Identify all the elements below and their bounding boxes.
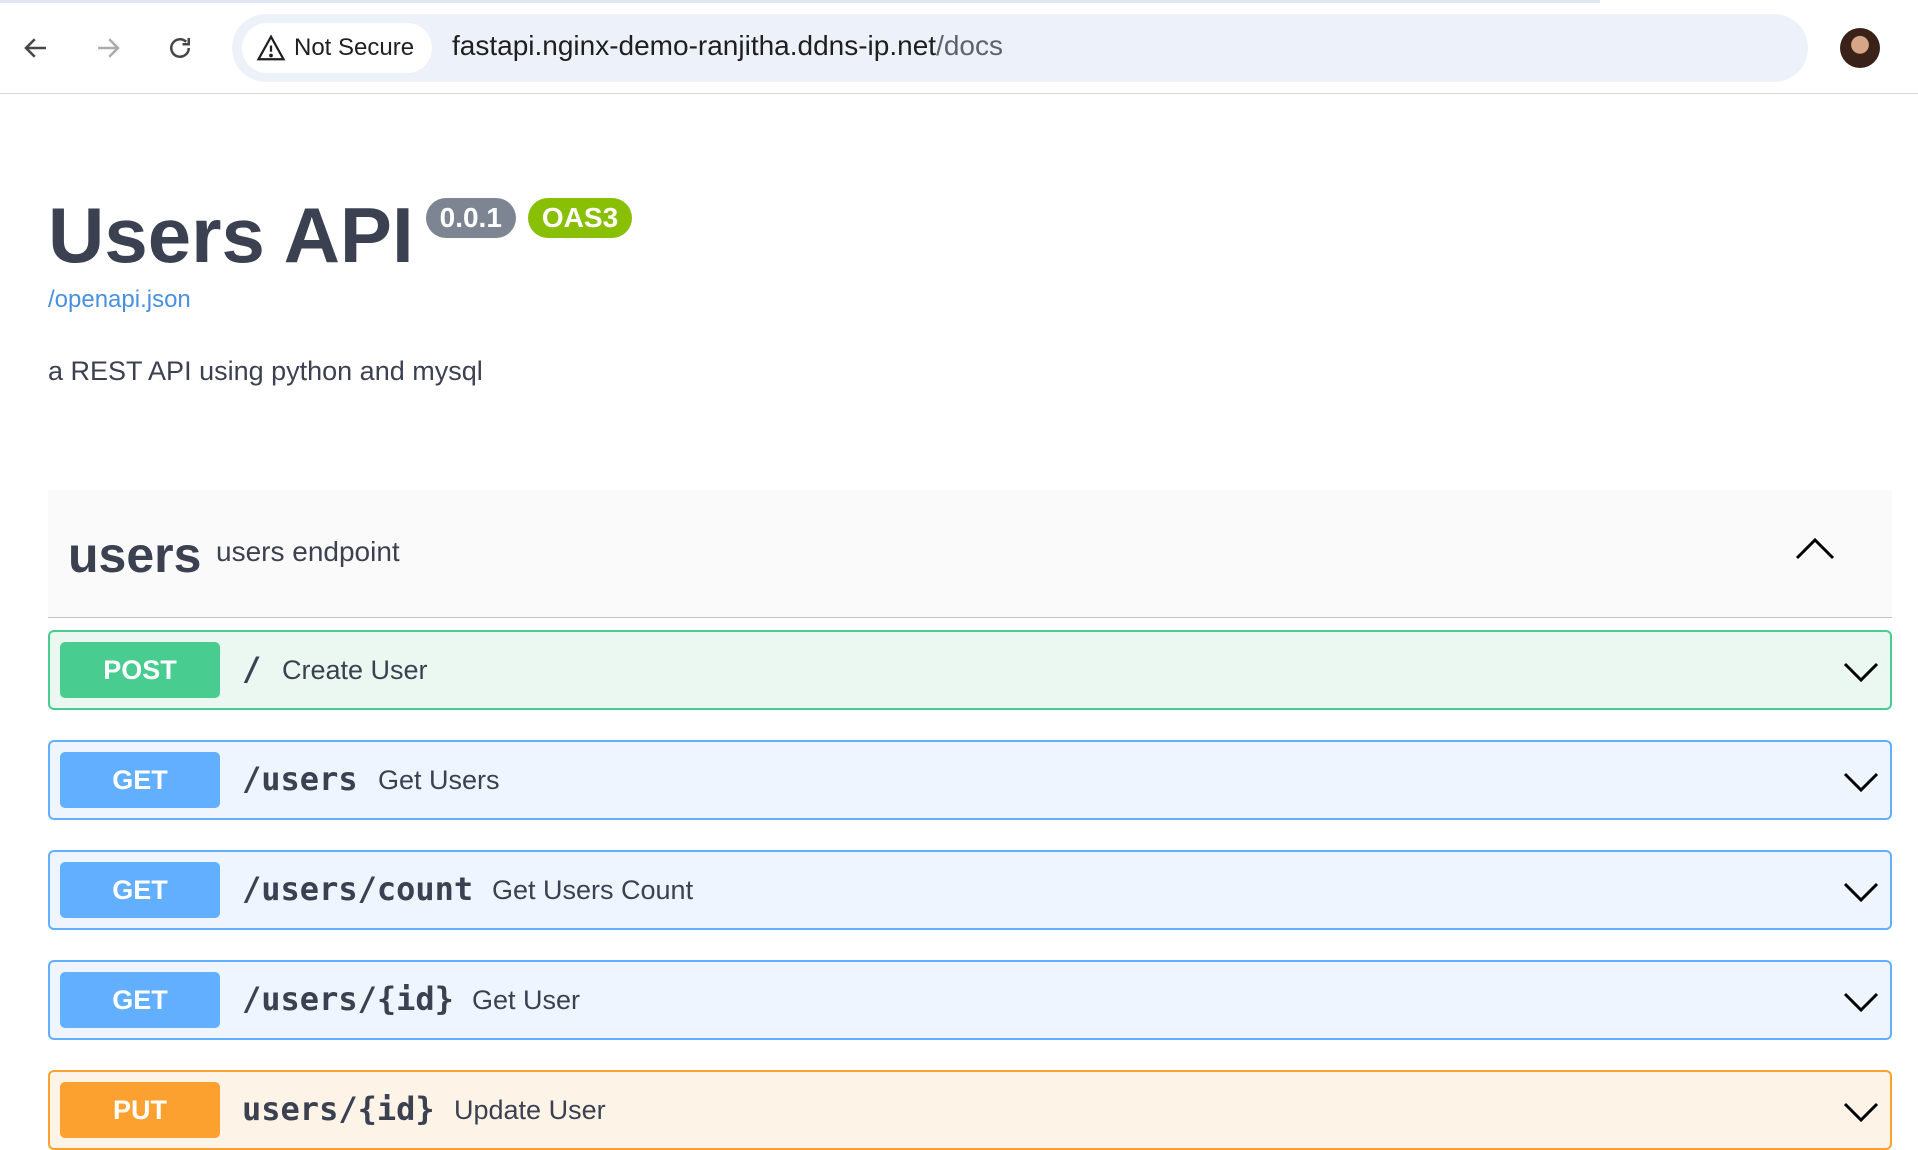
browser-toolbar: Not Secure fastapi.nginx-demo-ranjitha.d… xyxy=(0,0,1918,94)
url-text[interactable]: fastapi.nginx-demo-ranjitha.ddns-ip.net/… xyxy=(452,30,1003,62)
version-badge: 0.0.1 xyxy=(425,198,516,238)
security-label: Not Secure xyxy=(294,34,415,61)
avatar[interactable] xyxy=(1840,28,1880,68)
operation-summary: Get User xyxy=(472,985,581,1015)
operation-summary: Create User xyxy=(282,655,428,685)
chevron-down-icon[interactable] xyxy=(1842,876,1880,906)
method-badge: GET xyxy=(60,752,220,808)
tag-name: users xyxy=(68,527,202,583)
page-title: Users API xyxy=(48,191,414,279)
chevron-down-icon[interactable] xyxy=(1842,766,1880,796)
url-host: fastapi.nginx-demo-ranjitha.ddns-ip.net xyxy=(452,30,937,61)
operation-get-users-count[interactable]: GET /users/count Get Users Count xyxy=(48,850,1892,930)
tab-strip-edge xyxy=(0,0,1600,3)
chevron-down-icon[interactable] xyxy=(1842,656,1880,686)
method-badge: GET xyxy=(60,972,220,1028)
method-badge: PUT xyxy=(60,1082,220,1138)
operation-path: / xyxy=(242,650,262,688)
forward-button[interactable] xyxy=(88,28,128,68)
reload-icon xyxy=(170,38,190,58)
warning-icon xyxy=(256,34,286,61)
operation-get-users[interactable]: GET /users Get Users xyxy=(48,740,1892,820)
method-badge: POST xyxy=(60,642,220,698)
operation-post-create-user[interactable]: POST / Create User xyxy=(48,630,1892,710)
chevron-down-icon[interactable] xyxy=(1842,986,1880,1016)
operation-put-update-user[interactable]: PUT users/{id} Update User xyxy=(48,1070,1892,1150)
chevron-down-icon[interactable] xyxy=(1842,1096,1880,1126)
reload-button[interactable] xyxy=(160,28,200,68)
operation-summary: Get Users Count xyxy=(492,875,694,905)
back-button[interactable] xyxy=(16,28,56,68)
tag-section-header[interactable]: users users endpoint xyxy=(48,490,1892,618)
operation-summary: Get Users xyxy=(378,765,500,795)
api-description: a REST API using python and mysql xyxy=(48,356,483,386)
url-path: /docs xyxy=(936,30,1003,61)
back-arrow-icon xyxy=(24,38,46,58)
openapi-json-link[interactable]: /openapi.json xyxy=(48,286,191,314)
oas-badge: OAS3 xyxy=(527,198,633,238)
operation-summary: Update User xyxy=(454,1095,606,1125)
operation-path: /users xyxy=(242,760,358,798)
method-badge: GET xyxy=(60,862,220,918)
operation-get-user[interactable]: GET /users/{id} Get User xyxy=(48,960,1892,1040)
api-info-header: Users API 0.0.1 OAS3 xyxy=(48,190,633,280)
chevron-up-icon[interactable] xyxy=(1793,534,1837,564)
operation-path: /users/count xyxy=(242,870,474,908)
address-bar[interactable]: Not Secure fastapi.nginx-demo-ranjitha.d… xyxy=(232,14,1808,82)
operation-path: users/{id} xyxy=(242,1090,435,1128)
tag-description: users endpoint xyxy=(216,536,400,567)
forward-arrow-icon xyxy=(98,38,120,58)
operation-path: /users/{id} xyxy=(242,980,454,1018)
site-security-chip[interactable]: Not Secure xyxy=(242,23,433,73)
